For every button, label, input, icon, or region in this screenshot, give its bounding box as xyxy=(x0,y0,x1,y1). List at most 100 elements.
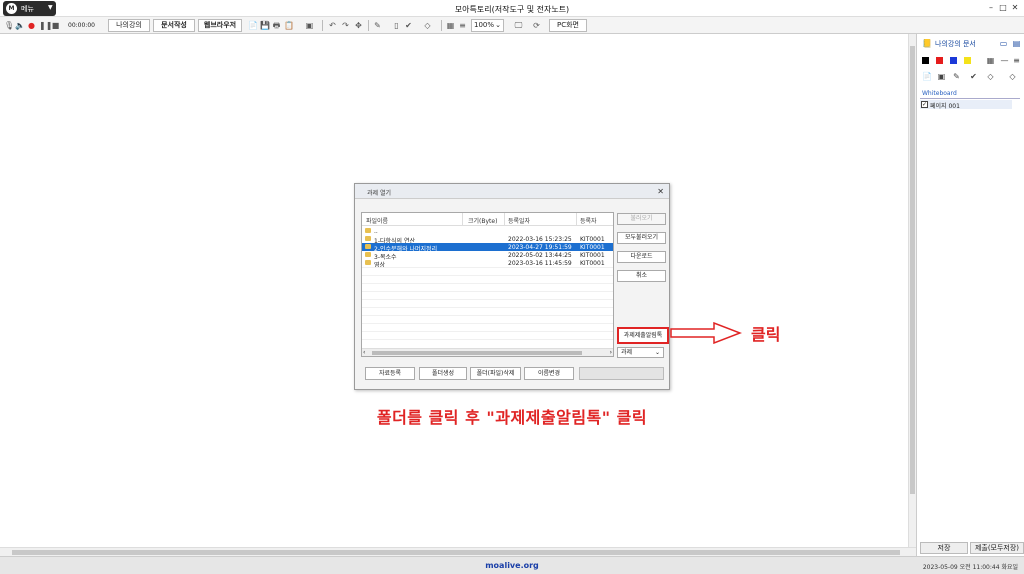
grid-icon[interactable]: ▤ xyxy=(1012,39,1021,48)
color-swatch[interactable] xyxy=(964,57,971,64)
empty-row-line xyxy=(362,323,613,324)
name-input[interactable] xyxy=(579,367,664,380)
assignment-notify-button[interactable]: 과제제출알림톡 xyxy=(617,327,669,344)
main-toolbar: 🎙 🔈 ● ❚❚ ■ 00:00:00 나의강의 문서작성 웹브라우저 📄 💾 … xyxy=(0,17,1024,34)
clear-icon[interactable]: ◇ xyxy=(1008,72,1017,81)
folder-icon xyxy=(365,244,371,249)
vertical-scrollbar[interactable] xyxy=(908,34,916,547)
scroll-right-icon[interactable]: › xyxy=(610,349,612,356)
create-folder-button[interactable]: 폴더생성 xyxy=(419,367,467,380)
color-palette-icon[interactable]: ▦ xyxy=(986,56,995,65)
microphone-icon[interactable]: 🎙 xyxy=(4,21,14,30)
toolbar-divider xyxy=(441,20,442,31)
scroll-left-icon[interactable]: ‹ xyxy=(363,349,365,356)
site-url[interactable]: moalive.org xyxy=(0,561,1024,570)
load-button[interactable]: 불러오기 xyxy=(617,213,666,225)
instruction-text: 폴더를 클릭 후 "과제제출알림톡" 클릭 xyxy=(376,408,648,427)
check-icon[interactable]: ✔ xyxy=(404,21,413,30)
undo-icon[interactable]: ↶ xyxy=(328,21,337,30)
pc-screen-button[interactable]: PC화면 xyxy=(549,19,587,32)
check-icon[interactable]: ✔ xyxy=(969,72,978,81)
upload-button[interactable]: 자료등록 xyxy=(365,367,415,380)
toolbar-divider xyxy=(368,20,369,31)
table-row[interactable]: 영상 2023-03-16 11:45:59 KIT0001 xyxy=(362,259,613,269)
line-width-icon[interactable]: ≡ xyxy=(1012,56,1021,65)
my-lecture-button[interactable]: 나의강의 xyxy=(108,19,150,32)
list-horizontal-scrollbar[interactable]: ‹ › xyxy=(362,348,613,356)
color-swatch[interactable] xyxy=(936,57,943,64)
table-row[interactable]: 1-다항식의 연산 2022-03-16 15:23:25 KIT0001 xyxy=(362,235,613,245)
cell-user: KIT0001 xyxy=(580,252,605,259)
pause-icon[interactable]: ❚❚ xyxy=(39,21,52,30)
eraser-icon[interactable]: ◇ xyxy=(986,72,995,81)
column-header-date[interactable]: 등록일자 xyxy=(508,216,530,225)
file-list[interactable]: 파일이름 크기(Byte) 등록일자 등록자 .. 1-다항식의 연산 2022-0… xyxy=(361,212,614,357)
zoom-select[interactable]: 100% ⌄ xyxy=(471,19,504,32)
redo-icon[interactable]: ↷ xyxy=(341,21,350,30)
scrollbar-thumb[interactable] xyxy=(372,351,582,355)
record-timer: 00:00:00 xyxy=(68,22,95,29)
scrollbar-thumb[interactable] xyxy=(12,550,900,555)
move-icon[interactable]: ✥ xyxy=(354,21,363,30)
checkbox-icon[interactable]: ✓ xyxy=(921,101,928,108)
window-title: 모아특토리(저작도구 및 전자노트) xyxy=(454,5,570,14)
right-panel: 📒 나의강의 문서 ▭ ▤ ▦ — ≡ 📄 ▣ ✎ ✔ ◇ ◇ Whiteboa… xyxy=(916,34,1024,556)
close-icon[interactable]: ✕ xyxy=(1010,3,1020,12)
screen-capture-icon[interactable]: ▣ xyxy=(305,21,314,30)
category-value: 과제 xyxy=(621,349,633,356)
empty-row-line xyxy=(362,307,613,308)
scrollbar-thumb[interactable] xyxy=(910,46,915,494)
color-icon[interactable]: ▦ xyxy=(446,21,455,30)
color-swatch[interactable] xyxy=(950,57,957,64)
download-button[interactable]: 다운로드 xyxy=(617,251,666,263)
table-row[interactable]: 3-복소수 2022-05-02 13:44:25 KIT0001 xyxy=(362,251,613,261)
close-icon[interactable]: ✕ xyxy=(657,187,664,196)
page-label: 페이지 001 xyxy=(930,103,960,110)
document-icon[interactable]: 📋 xyxy=(284,21,294,30)
color-swatch[interactable] xyxy=(922,57,929,64)
arrow-right-icon xyxy=(670,322,742,344)
column-divider xyxy=(462,213,463,225)
cell-date: 2023-03-16 11:45:59 xyxy=(508,260,572,267)
table-row[interactable]: .. xyxy=(362,227,613,235)
submit-all-button[interactable]: 제출(모두저장) xyxy=(970,542,1024,554)
screen-capture-icon[interactable]: ▣ xyxy=(937,72,946,81)
rename-button[interactable]: 이름변경 xyxy=(524,367,574,380)
category-select[interactable]: 과제 ⌄ xyxy=(617,347,664,358)
eraser-icon[interactable]: ◇ xyxy=(423,21,432,30)
save-icon[interactable]: 💾 xyxy=(260,21,270,30)
section-divider xyxy=(920,98,1020,99)
column-header-size[interactable]: 크기(Byte) xyxy=(468,216,497,225)
column-header-user[interactable]: 등록자 xyxy=(580,216,597,225)
monitor-icon[interactable]: 🖵 xyxy=(514,21,523,30)
print-icon[interactable]: 🖶 xyxy=(272,21,281,30)
new-file-icon[interactable]: 📄 xyxy=(248,21,258,30)
column-header-name[interactable]: 파일이름 xyxy=(366,216,388,225)
speaker-icon[interactable]: 🔈 xyxy=(15,21,25,30)
web-browser-button[interactable]: 웹브라우저 xyxy=(198,19,242,32)
line-width-icon[interactable]: ≡ xyxy=(458,21,467,30)
document-icon[interactable]: 📄 xyxy=(922,72,932,81)
cell-user: KIT0001 xyxy=(580,236,605,243)
page-list-item[interactable]: ✓ 페이지 001 xyxy=(920,100,1012,110)
save-button[interactable]: 저장 xyxy=(920,542,968,554)
shape-icon[interactable]: ▯ xyxy=(392,21,401,30)
load-all-button[interactable]: 모두불러오기 xyxy=(617,232,666,244)
empty-row-line xyxy=(362,291,613,292)
maximize-icon[interactable]: □ xyxy=(998,3,1008,12)
doc-create-button[interactable]: 문서작성 xyxy=(153,19,195,32)
folder-icon xyxy=(365,236,371,241)
pen-icon[interactable]: ✎ xyxy=(373,21,382,30)
cancel-button[interactable]: 취소 xyxy=(617,270,666,282)
line-icon[interactable]: — xyxy=(1000,56,1009,65)
delete-button[interactable]: 폴더(파일)삭제 xyxy=(470,367,521,380)
refresh-icon[interactable]: ⟳ xyxy=(532,21,541,30)
horizontal-scrollbar[interactable] xyxy=(0,547,916,556)
record-icon[interactable]: ● xyxy=(27,21,36,30)
cell-date: 2022-05-02 13:44:25 xyxy=(508,252,572,259)
pen-icon[interactable]: ✎ xyxy=(952,72,961,81)
layout-icon[interactable]: ▭ xyxy=(999,39,1008,48)
minimize-icon[interactable]: – xyxy=(986,3,996,12)
table-row[interactable]: 2-인수분해와 나머지정리 2023-04-27 19:51:59 KIT0001 xyxy=(362,243,613,253)
stop-icon[interactable]: ■ xyxy=(51,21,60,30)
